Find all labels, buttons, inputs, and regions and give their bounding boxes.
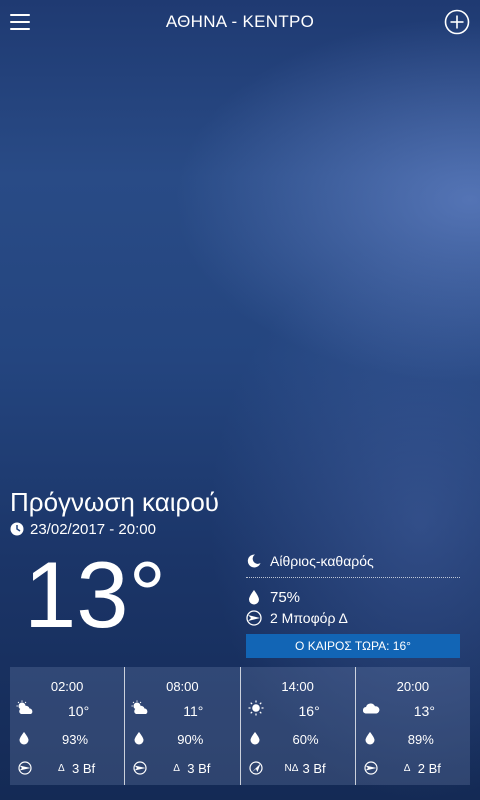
hour-wind: 3 Bf (187, 761, 211, 776)
droplet-icon (249, 590, 259, 605)
cloud-icon (362, 703, 380, 714)
location-title: ΑΘΗΝΑ - ΚΕΝΤΡΟ (165, 12, 315, 31)
hour-time: 02:00 (50, 679, 84, 694)
condition-row: Αίθριος-καθαρός (246, 550, 460, 578)
hour-time: 20:00 (396, 679, 430, 694)
partly-cloudy-icon (131, 700, 148, 714)
hourly-column: 02:00 10° 93% Δ 3 Bf (10, 667, 124, 785)
hour-humidity: 89% (407, 732, 434, 747)
clock-icon (10, 522, 24, 536)
hourly-column: 14:00 16° 60% ΝΔ 3 Bf (239, 667, 355, 785)
droplet-icon (365, 732, 375, 745)
hour-wind-direction: Δ (58, 763, 65, 774)
droplet-icon (19, 732, 29, 745)
hour-humidity: 90% (177, 732, 204, 747)
wind-direction-icon (133, 761, 147, 775)
plus-circle-icon[interactable] (444, 9, 470, 35)
hour-time: 14:00 (281, 679, 314, 694)
top-bar: ΑΘΗΝΑ - ΚΕΝΤΡΟ (0, 0, 480, 44)
hour-temperature: 10° (68, 703, 90, 719)
forecast-heading: Πρόγνωση καιρού (10, 487, 220, 517)
droplet-icon (250, 732, 259, 745)
hourly-forecast: 02:00 10° 93% Δ 3 Bf 08:00 11° 90% Δ 3 B… (10, 667, 470, 785)
wind-direction-icon (18, 761, 32, 775)
humidity-text: 75% (270, 588, 301, 606)
datetime-text: 23/02/2017 - 20:00 (30, 520, 156, 538)
hour-temperature: 13° (413, 703, 435, 719)
hour-humidity: 93% (62, 732, 89, 747)
droplet-icon (134, 732, 144, 745)
humidity-row: 75% (246, 586, 460, 608)
wind-direction-icon (248, 761, 263, 775)
current-temperature: 13° (24, 542, 167, 647)
wind-text: 2 Μποφόρ Δ (270, 610, 348, 626)
wind-direction-icon (364, 761, 378, 775)
hour-wind-direction: Δ (403, 763, 411, 774)
sun-icon (248, 700, 263, 716)
hour-temperature: 11° (183, 703, 204, 719)
wind-direction-icon (246, 610, 262, 626)
hour-time: 08:00 (166, 679, 199, 694)
hour-wind-direction: Δ (173, 763, 180, 774)
hourly-column: 20:00 13° 89% Δ 2 Bf (354, 667, 470, 785)
current-conditions: Αίθριος-καθαρός 75% 2 Μποφόρ Δ Ο ΚΑΙΡΟΣ … (246, 550, 460, 658)
hour-humidity: 60% (292, 732, 319, 747)
hour-temperature: 16° (298, 703, 320, 719)
hour-wind: 3 Bf (302, 761, 326, 776)
condition-text: Αίθριος-καθαρός (270, 552, 374, 569)
partly-cloudy-icon (16, 700, 33, 714)
hour-wind: 3 Bf (72, 761, 96, 776)
hour-wind: 2 Bf (417, 761, 441, 776)
hour-wind-direction: ΝΔ (284, 763, 299, 774)
moon-icon (247, 553, 261, 567)
wind-row: 2 Μποφόρ Δ (246, 608, 460, 628)
forecast-datetime: 23/02/2017 - 20:00 (10, 520, 156, 538)
hourly-column: 08:00 11° 90% Δ 3 Bf (124, 667, 239, 785)
weather-now-bar[interactable]: Ο ΚΑΙΡΟΣ ΤΩΡΑ: 16° (246, 634, 460, 658)
